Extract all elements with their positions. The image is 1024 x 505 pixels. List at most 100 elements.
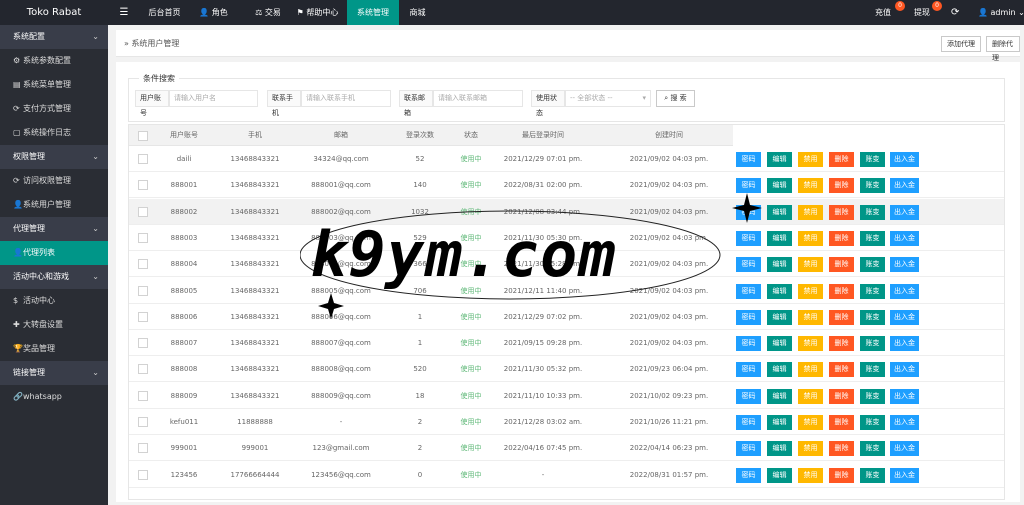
topnav-item[interactable]: ⚑ 帮助中心	[288, 0, 347, 25]
delete-button[interactable]: 删除	[829, 178, 854, 194]
disable-button[interactable]: 禁用	[798, 467, 823, 483]
disable-button[interactable]: 禁用	[798, 257, 823, 273]
disable-button[interactable]: 禁用	[798, 283, 823, 299]
edit-button[interactable]: 编辑	[767, 415, 792, 430]
edit-button[interactable]: 编辑	[767, 230, 792, 246]
user-menu[interactable]: 👤 admin ⌄	[978, 0, 1024, 25]
select-all-checkbox[interactable]	[138, 131, 148, 141]
password-button[interactable]: 密码	[736, 415, 761, 430]
password-button[interactable]: 密码	[736, 283, 761, 299]
row-checkbox[interactable]	[138, 443, 148, 454]
account-change-button[interactable]: 账变	[860, 336, 885, 352]
password-button[interactable]: 密码	[736, 152, 761, 167]
password-button[interactable]: 密码	[736, 230, 761, 246]
withdraw-link[interactable]: 提现	[914, 0, 930, 25]
sidebar-item[interactable]: 🔗whatsapp	[0, 385, 108, 409]
add-agent-button[interactable]: 添加代理	[941, 36, 981, 52]
sidebar-item[interactable]: 👤代理列表	[0, 241, 108, 265]
topnav-item[interactable]: 👤 角色	[193, 0, 234, 25]
account-change-button[interactable]: 账变	[860, 388, 885, 404]
deposit-withdraw-button[interactable]: 出入金	[890, 309, 919, 325]
disable-button[interactable]: 禁用	[798, 204, 823, 220]
deposit-withdraw-button[interactable]: 出入金	[890, 283, 919, 299]
delete-button[interactable]: 删除	[829, 415, 854, 430]
row-checkbox[interactable]	[138, 338, 148, 349]
table-row[interactable]: kefu011 11888888 - 2 使用中 2021/12/28 03:02 am.…	[129, 409, 1004, 435]
phone-input[interactable]: 请输入联系手机	[301, 90, 391, 107]
table-row[interactable]: 888005 13468843321 888005@qq.com 706 使用中 2021…	[129, 278, 1004, 304]
table-row[interactable]: 999001 999001 123@gmail.com 2 使用中 2022/04/16 …	[129, 435, 1004, 462]
disable-button[interactable]: 禁用	[798, 441, 823, 457]
deposit-withdraw-button[interactable]: 出入金	[890, 230, 919, 246]
password-button[interactable]: 密码	[736, 178, 761, 194]
account-change-button[interactable]: 账变	[860, 283, 885, 299]
edit-button[interactable]: 编辑	[767, 283, 792, 299]
account-change-button[interactable]: 账变	[860, 178, 885, 194]
delete-button[interactable]: 删除	[829, 152, 854, 167]
password-button[interactable]: 密码	[736, 441, 761, 457]
delete-button[interactable]: 删除	[829, 467, 854, 483]
recharge-link[interactable]: 充值	[875, 0, 891, 25]
account-input[interactable]: 请输入用户名	[169, 90, 258, 107]
menu-toggle-icon[interactable]: ☰	[114, 0, 134, 25]
row-checkbox[interactable]	[138, 180, 148, 191]
topnav-item[interactable]: ⚖ 交易	[248, 0, 288, 25]
disable-button[interactable]: 禁用	[798, 388, 823, 404]
delete-button[interactable]: 删除	[829, 283, 854, 299]
row-checkbox[interactable]	[138, 417, 148, 427]
sidebar-item[interactable]: 👤系统用户管理	[0, 193, 108, 217]
edit-button[interactable]: 编辑	[767, 336, 792, 352]
row-checkbox[interactable]	[138, 364, 148, 375]
search-button[interactable]: ⌕ 搜 索	[656, 90, 695, 107]
deposit-withdraw-button[interactable]: 出入金	[890, 441, 919, 457]
account-change-button[interactable]: 账变	[860, 204, 885, 220]
edit-button[interactable]: 编辑	[767, 362, 792, 378]
password-button[interactable]: 密码	[736, 388, 761, 404]
password-button[interactable]: 密码	[736, 336, 761, 352]
disable-button[interactable]: 禁用	[798, 415, 823, 430]
account-change-button[interactable]: 账变	[860, 362, 885, 378]
password-button[interactable]: 密码	[736, 362, 761, 378]
row-checkbox[interactable]	[138, 206, 148, 217]
deposit-withdraw-button[interactable]: 出入金	[890, 152, 919, 167]
table-row[interactable]: 888009 13468843321 888009@qq.com 18 使用中 2021/…	[129, 383, 1004, 409]
account-change-button[interactable]: 账变	[860, 467, 885, 483]
disable-button[interactable]: 禁用	[798, 362, 823, 378]
topnav-item[interactable]: 系统管理	[347, 0, 399, 25]
deposit-withdraw-button[interactable]: 出入金	[890, 415, 919, 430]
sidebar-item[interactable]: ⟳ 访问权限管理	[0, 169, 108, 193]
sidebar-group[interactable]: 链接管理 ⌄	[0, 361, 108, 385]
sidebar-group[interactable]: 系统配置 ⌄	[0, 25, 108, 49]
delete-button[interactable]: 删除	[829, 441, 854, 457]
edit-button[interactable]: 编辑	[767, 257, 792, 273]
account-change-button[interactable]: 账变	[860, 152, 885, 167]
deposit-withdraw-button[interactable]: 出入金	[890, 388, 919, 404]
table-row[interactable]: 888002 13468843321 888002@qq.com 1032 使用中 202…	[129, 198, 1004, 225]
delete-agent-button[interactable]: 删除代理	[986, 36, 1020, 62]
disable-button[interactable]: 禁用	[798, 309, 823, 325]
email-input[interactable]: 请输入联系邮箱	[433, 90, 523, 107]
row-checkbox[interactable]	[138, 311, 148, 322]
disable-button[interactable]: 禁用	[798, 336, 823, 352]
password-button[interactable]: 密码	[736, 467, 761, 483]
sidebar-group[interactable]: 活动中心和游戏 ⌄	[0, 265, 108, 289]
sidebar-item[interactable]: ✚ 大转盘设置	[0, 313, 108, 337]
account-change-button[interactable]: 账变	[860, 441, 885, 457]
sidebar-group[interactable]: 代理管理 ⌄	[0, 217, 108, 241]
disable-button[interactable]: 禁用	[798, 152, 823, 167]
delete-button[interactable]: 删除	[829, 362, 854, 378]
delete-button[interactable]: 删除	[829, 336, 854, 352]
delete-button[interactable]: 删除	[829, 388, 854, 404]
table-row[interactable]: 888008 13468843321 888008@qq.com 520 使用中 2021…	[129, 356, 1004, 383]
deposit-withdraw-button[interactable]: 出入金	[890, 362, 919, 378]
sidebar-item[interactable]: ▢ 系统操作日志	[0, 121, 108, 145]
row-checkbox[interactable]	[138, 259, 148, 270]
delete-button[interactable]: 删除	[829, 230, 854, 246]
table-row[interactable]: 888007 13468843321 888007@qq.com 1 使用中 2021/0…	[129, 330, 1004, 357]
edit-button[interactable]: 编辑	[767, 204, 792, 220]
sidebar-item[interactable]: ⚙ 系统参数配置	[0, 49, 108, 73]
status-select[interactable]: -- 全部状态 -- ▾	[565, 90, 651, 107]
table-row[interactable]: 888001 13468843321 888001@qq.com 140 使用中 2022…	[129, 172, 1004, 199]
sidebar-item[interactable]: ⟳ 支付方式管理	[0, 97, 108, 121]
row-checkbox[interactable]	[138, 232, 148, 243]
